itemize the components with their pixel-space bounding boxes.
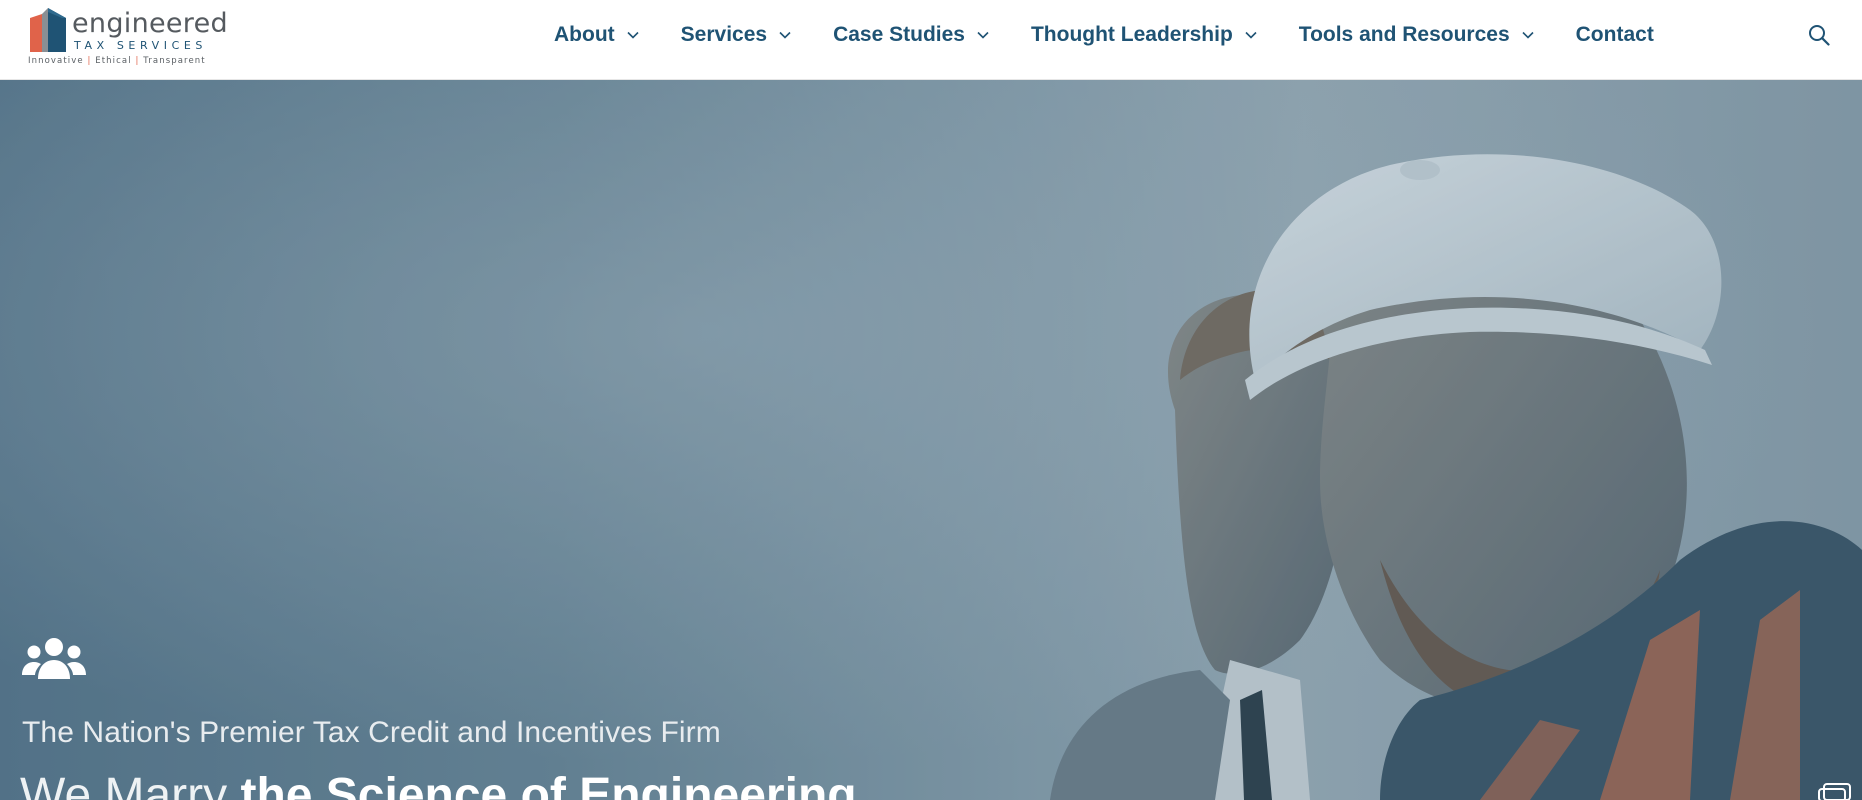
brand-subtitle: TAX SERVICES	[74, 39, 207, 52]
brand-tagline: Innovative | Ethical | Transparent	[28, 56, 206, 66]
hero-banner: The Nation's Premier Tax Credit and Ince…	[0, 80, 1862, 800]
search-icon[interactable]	[1808, 24, 1830, 46]
chevron-down-icon	[779, 31, 791, 39]
hero-engineers-photo	[0, 80, 1862, 800]
nav-item-label: About	[554, 23, 615, 46]
chevron-down-icon	[1522, 31, 1534, 39]
nav-item-label: Contact	[1575, 23, 1654, 46]
hero-tagline: The Nation's Premier Tax Credit and Ince…	[22, 716, 721, 749]
chevron-down-icon	[977, 31, 989, 39]
tagline-part: Innovative	[28, 56, 84, 66]
nav-item-tools-and-resources[interactable]: Tools and Resources	[1299, 23, 1534, 47]
nav-item-case-studies[interactable]: Case Studies	[833, 23, 989, 47]
nav-item-about[interactable]: About	[554, 23, 639, 47]
hero-headline: We Marry the Science of Engineering	[20, 766, 857, 800]
tagline-part: Ethical	[95, 56, 132, 66]
nav-item-label: Case Studies	[833, 23, 965, 46]
nav-item-label: Services	[680, 23, 768, 46]
chevron-down-icon	[627, 31, 639, 39]
users-icon	[22, 638, 86, 679]
headline-light: We Marry	[20, 769, 241, 800]
tagline-part: Transparent	[143, 56, 206, 66]
nav-item-services[interactable]: Services	[681, 23, 791, 47]
logo-mark-icon	[30, 8, 66, 52]
chevron-down-icon	[1245, 31, 1257, 39]
nav-item-label: Thought Leadership	[1030, 23, 1233, 46]
tagline-separator: |	[135, 56, 140, 66]
headline-bold: the Science of Engineering	[240, 769, 857, 800]
main-nav: About Services Case Studies Thought Lead…	[554, 0, 1654, 70]
tagline-separator: |	[87, 56, 92, 66]
site-header: engineered TAX SERVICES Innovative | Eth…	[0, 0, 1862, 80]
nav-item-label: Tools and Resources	[1298, 23, 1510, 46]
nav-item-thought-leadership[interactable]: Thought Leadership	[1031, 23, 1257, 47]
window-stack-icon[interactable]	[1818, 782, 1852, 800]
nav-item-contact[interactable]: Contact	[1576, 23, 1654, 47]
brand-logo[interactable]: engineered TAX SERVICES Innovative | Eth…	[28, 4, 228, 70]
brand-name: engineered	[72, 8, 228, 39]
